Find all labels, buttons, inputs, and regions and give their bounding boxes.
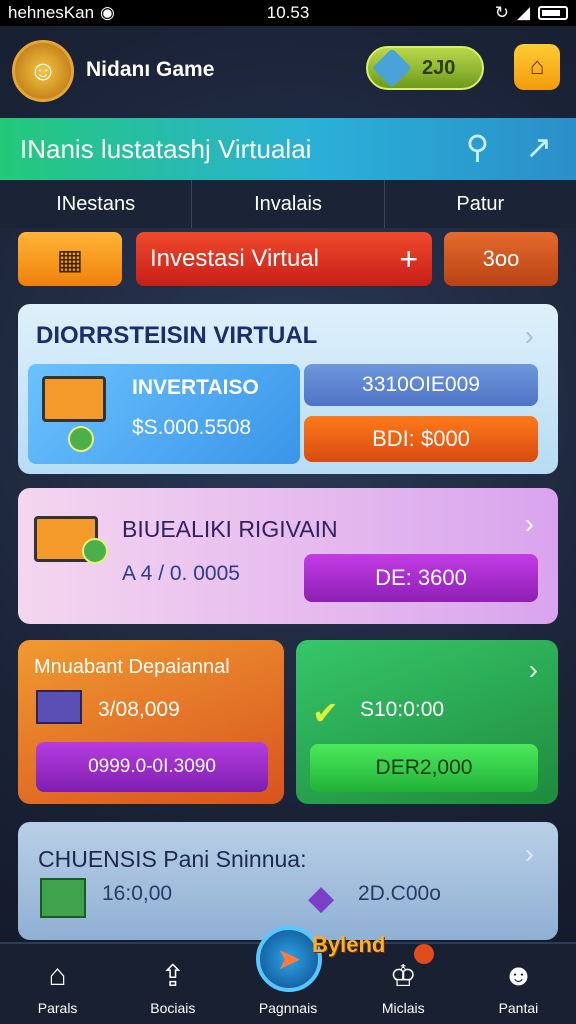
calculator-icon: ▦ <box>56 243 84 275</box>
laptop-icon <box>42 376 106 422</box>
investment-card-green[interactable]: › ✔ S10:0:00 DER2,000 <box>296 640 558 804</box>
battery-icon <box>538 6 569 20</box>
investment-code-pill[interactable]: 3310OIE009 <box>304 364 538 406</box>
coin-count: 2J0 <box>422 56 456 79</box>
nav-label: Parals <box>37 1000 78 1016</box>
promo-tag[interactable]: Bylend <box>312 932 385 958</box>
departmental-value: 3/08,009 <box>98 698 180 721</box>
nav-item-home[interactable]: ⌂ Parals <box>0 944 115 1024</box>
app-header: ☺ Nidanı Game 2J0 ⌂ <box>0 26 576 116</box>
investment-card-summary[interactable]: CHUENSIS Pani Sninnua: › 16:0,00 ◆ 2D.C0… <box>18 822 558 940</box>
chevron-right-icon[interactable]: › <box>525 838 534 870</box>
game-logo: ☺ <box>12 40 74 102</box>
crown-icon: ♔ <box>389 959 417 993</box>
chevron-right-icon[interactable]: › <box>529 654 538 686</box>
action-row: ▦ Investasi Virtual + 3oo <box>18 232 558 288</box>
nav-label: Bociais <box>150 1000 196 1016</box>
nav-label: Miclais <box>381 1000 425 1016</box>
bar-chart-icon <box>40 878 86 918</box>
investment-value: $S.000.5508 <box>132 416 252 439</box>
gem-icon <box>372 48 412 88</box>
tab-bar: INestans Invalais Patur <box>0 180 576 228</box>
search-icon[interactable]: ⚲ <box>466 128 489 166</box>
regional-value: A 4 / 0. 0005 <box>122 562 240 585</box>
tab-virtual[interactable]: Invalais <box>192 180 385 228</box>
green-deposit-button[interactable]: DER2,000 <box>310 744 538 792</box>
investment-bid-button[interactable]: BDI: $000 <box>304 416 538 462</box>
chart-icon <box>36 690 82 724</box>
tab-investasi[interactable]: INestans <box>0 180 193 228</box>
card-title: CHUENSIS Pani Sninnua: <box>38 846 307 872</box>
calculator-button[interactable]: ▦ <box>18 232 122 286</box>
coin-badge-icon <box>68 426 94 452</box>
carrier-info: hehnesKan ◉ <box>8 3 195 23</box>
status-bar: hehnesKan ◉ 10.53 ↻ ◢ <box>0 0 576 26</box>
green-value: S10:0:00 <box>360 698 445 721</box>
invest-label: Investasi Virtual <box>150 245 319 272</box>
status-icons: ↻ ◢ <box>381 3 569 23</box>
investment-summary-panel: INVERTAISO $S.000.5508 <box>28 364 300 464</box>
page-banner: INanis lustatashj Virtualai ⚲ ↗ <box>0 118 576 180</box>
notification-dot <box>414 944 434 964</box>
nav-item-social[interactable]: ⇪ Bociais <box>115 944 230 1024</box>
signal-icon: ◢ <box>516 3 531 22</box>
chevron-right-icon[interactable]: › <box>525 508 534 540</box>
checkmark-icon: ✔ <box>312 695 339 731</box>
nav-label: Pagnnais <box>258 1000 318 1016</box>
chevron-right-icon[interactable]: › <box>525 320 534 352</box>
wifi-icon: ◉ <box>100 3 115 22</box>
investment-label: INVERTAISO <box>132 376 259 399</box>
card-title: BIUEALIKI RIGIVAIN <box>122 516 338 542</box>
card-title: DIORRSTEISIN VIRTUAL <box>36 322 318 349</box>
card-title: Mnuabant Depaiannal <box>34 656 230 678</box>
coin-badge-icon <box>82 538 108 564</box>
banner-title: INanis lustatashj Virtualai <box>20 133 312 164</box>
coin-balance-button[interactable]: 2J0 <box>366 46 484 90</box>
plus-icon: + <box>399 240 418 277</box>
shield-icon: ◆ <box>308 879 335 917</box>
compass-icon: ➤ <box>276 942 302 976</box>
amount-button[interactable]: 3oo <box>444 232 558 286</box>
upload-icon: ⇪ <box>160 959 186 993</box>
regional-deposit-button[interactable]: DE: 3600 <box>304 554 538 602</box>
brand: Nidanı Game <box>86 58 214 84</box>
trend-icon: ↗ <box>525 129 552 165</box>
summary-value-left: 16:0,00 <box>102 882 173 905</box>
summary-value-right: 2D.C00o <box>358 882 441 905</box>
sync-icon: ↻ <box>494 3 509 22</box>
invest-virtual-button[interactable]: Investasi Virtual + <box>136 232 432 286</box>
tab-patur[interactable]: Patur <box>385 180 576 228</box>
investment-card-departmental[interactable]: Mnuabant Depaiannal 3/08,009 0999.0-0I.3… <box>18 640 284 804</box>
avatar-icon: ☺ <box>28 55 58 86</box>
nav-label: Pantai <box>498 1000 539 1016</box>
investment-card-virtual[interactable]: DIORRSTEISIN VIRTUAL › INVERTAISO $S.000… <box>18 304 558 474</box>
clock: 10.53 <box>266 3 310 22</box>
brand-name: Nidanı Game <box>86 58 215 81</box>
shop-icon: ⌂ <box>529 53 545 80</box>
carrier-name: hehnesKan <box>8 3 95 22</box>
investment-card-regional[interactable]: BIUEALIKI RIGIVAIN › A 4 / 0. 0005 DE: 3… <box>18 488 558 624</box>
home-icon: ⌂ <box>48 959 67 992</box>
departmental-amount-button[interactable]: 0999.0-0I.3090 <box>36 742 268 792</box>
shop-button[interactable]: ⌂ <box>514 44 560 90</box>
profile-icon: ☻ <box>502 959 535 992</box>
nav-item-profile[interactable]: ☻ Pantai <box>461 944 576 1024</box>
